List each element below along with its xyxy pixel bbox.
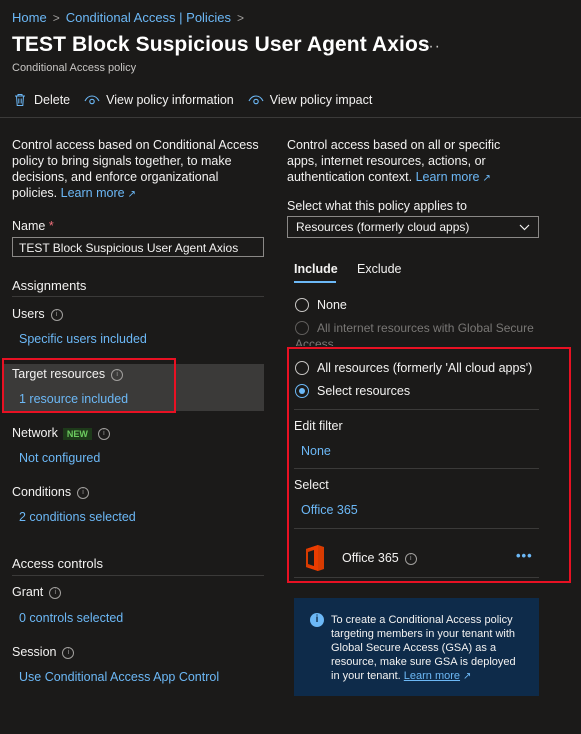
external-link-icon: ↗ <box>482 173 491 184</box>
access-controls-divider <box>12 575 264 576</box>
edit-filter-label: Edit filter <box>294 419 343 433</box>
tab-include[interactable]: Include <box>294 262 338 276</box>
name-label: Name * <box>12 219 54 233</box>
info-icon[interactable]: i <box>62 646 75 659</box>
chevron-down-icon <box>519 217 530 237</box>
network-value-link[interactable]: Not configured <box>19 451 100 465</box>
select-divider <box>294 528 539 529</box>
applies-to-value: Resources (formerly cloud apps) <box>296 220 470 234</box>
session-label-text: Session <box>12 645 57 659</box>
network-label: Network NEW i <box>12 426 110 440</box>
grant-label: Grant i <box>12 585 62 599</box>
radio-all-resources[interactable]: All resources (formerly 'All cloud apps'… <box>295 359 532 377</box>
gsa-info-text: To create a Conditional Access policy ta… <box>331 613 526 684</box>
assignments-divider <box>12 296 264 297</box>
view-policy-impact-label: View policy impact <box>269 93 373 107</box>
info-icon[interactable]: i <box>97 427 110 440</box>
info-learn-more-link[interactable]: Learn more <box>404 670 460 682</box>
target-resources-highlight <box>2 358 176 413</box>
info-icon[interactable]: i <box>49 586 62 599</box>
grant-label-text: Grant <box>12 585 44 599</box>
trash-icon <box>12 92 28 108</box>
select-label: Select <box>294 478 329 492</box>
radio-internet-resources-label: All internet resources with Global Secur… <box>295 321 534 346</box>
radio-all-resources-label: All resources (formerly 'All cloud apps'… <box>317 360 533 375</box>
learn-more-link[interactable]: Learn more <box>416 170 480 184</box>
radio-button[interactable] <box>295 297 309 312</box>
breadcrumb-policies[interactable]: Conditional Access | Policies <box>66 10 231 25</box>
radio-internet-resources: All internet resources with Global Secur… <box>295 320 535 346</box>
eye-icon <box>84 92 100 108</box>
external-link-icon: ↗ <box>463 671 472 682</box>
radio-none-label: None <box>317 297 347 312</box>
radio-button[interactable] <box>295 383 309 398</box>
users-label-text: Users <box>12 307 45 321</box>
conditions-value-link[interactable]: 2 conditions selected <box>19 510 136 524</box>
selected-app-row: Office 365 i ••• <box>294 541 539 575</box>
required-asterisk: * <box>48 219 54 233</box>
office-365-logo-icon <box>304 544 326 577</box>
page-title: TEST Block Suspicious User Agent Axios <box>12 33 430 56</box>
breadcrumb-home[interactable]: Home <box>12 10 47 25</box>
external-link-icon: ↗ <box>127 189 136 200</box>
radio-button <box>295 321 309 335</box>
edit-filter-value-link[interactable]: None <box>301 444 331 458</box>
select-value-link[interactable]: Office 365 <box>301 503 358 517</box>
delete-button[interactable]: Delete <box>12 92 70 108</box>
access-controls-heading: Access controls <box>12 556 104 571</box>
new-badge: NEW <box>62 428 92 440</box>
chevron-right-icon: > <box>236 10 244 25</box>
chevron-right-icon: > <box>52 10 60 25</box>
edit-filter-divider <box>294 468 539 469</box>
session-value-link[interactable]: Use Conditional Access App Control <box>19 670 219 684</box>
view-policy-information-label: View policy information <box>106 93 234 107</box>
radio-none[interactable]: None <box>295 296 347 314</box>
tab-exclude[interactable]: Exclude <box>357 262 401 276</box>
radio-select-resources-label: Select resources <box>317 383 411 398</box>
view-policy-information-button[interactable]: View policy information <box>84 92 234 108</box>
radio-select-resources[interactable]: Select resources <box>295 382 410 400</box>
network-label-text: Network <box>12 426 58 440</box>
assignments-heading: Assignments <box>12 278 87 293</box>
applies-to-label: Select what this policy applies to <box>287 199 467 213</box>
name-label-text: Name <box>12 219 46 233</box>
resources-description: Control access based on all or specific … <box>287 137 532 187</box>
options-divider <box>294 409 539 410</box>
session-label: Session i <box>12 645 75 659</box>
view-policy-impact-button[interactable]: View policy impact <box>248 92 373 108</box>
learn-more-link[interactable]: Learn more <box>61 186 125 200</box>
info-icon[interactable]: i <box>404 552 417 565</box>
page-subtitle: Conditional Access policy <box>12 62 137 74</box>
delete-label: Delete <box>34 93 71 107</box>
users-label: Users i <box>12 307 63 321</box>
gsa-info-box: i To create a Conditional Access policy … <box>294 598 539 696</box>
tab-include-underline <box>294 281 336 283</box>
conditions-label: Conditions i <box>12 485 90 499</box>
info-icon[interactable]: i <box>77 486 90 499</box>
toolbar-divider <box>0 117 581 118</box>
applies-to-dropdown[interactable]: Resources (formerly cloud apps) <box>287 216 539 238</box>
selected-app-name-text: Office 365 <box>342 551 399 565</box>
more-options-icon[interactable]: ··· <box>422 38 441 56</box>
info-icon[interactable]: i <box>50 308 63 321</box>
grant-value-link[interactable]: 0 controls selected <box>19 611 123 625</box>
name-input[interactable]: TEST Block Suspicious User Agent Axios <box>12 237 264 257</box>
app-more-options-icon[interactable]: ••• <box>516 548 533 563</box>
app-row-divider <box>294 577 539 578</box>
command-bar: Delete View policy information View poli… <box>12 92 386 108</box>
users-value-link[interactable]: Specific users included <box>19 332 147 346</box>
selected-app-name: Office 365 i <box>342 551 417 565</box>
eye-icon <box>248 92 264 108</box>
conditions-label-text: Conditions <box>12 485 72 499</box>
breadcrumb: Home > Conditional Access | Policies > <box>12 10 244 25</box>
info-icon: i <box>310 613 324 627</box>
radio-button[interactable] <box>295 360 309 375</box>
policy-description: Control access based on Conditional Acce… <box>12 137 262 203</box>
